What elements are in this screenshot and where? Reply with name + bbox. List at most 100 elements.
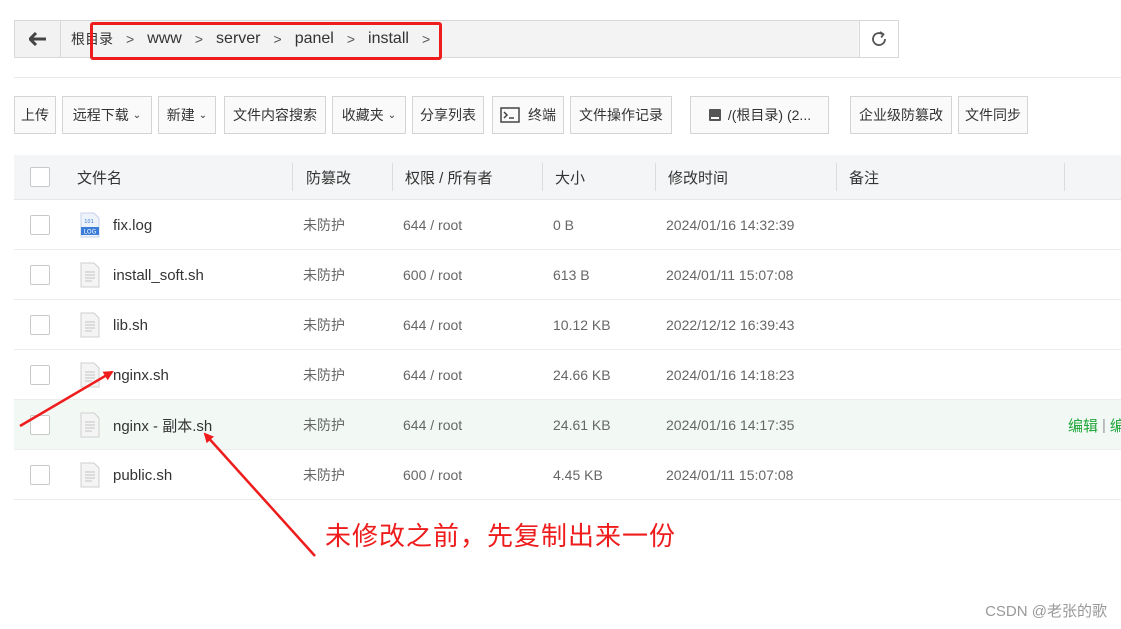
disk-button[interactable]: /(根目录) (2... xyxy=(690,96,829,134)
file-size: 0 B xyxy=(553,217,575,233)
row-checkbox[interactable] xyxy=(30,465,50,485)
table-row[interactable]: LOG 101 fix.log 未防护 644 / root 0 B 2024/… xyxy=(14,200,1121,250)
tamper-status[interactable]: 未防护 xyxy=(303,200,345,250)
table-row[interactable]: install_soft.sh 未防护 600 / root 613 B 202… xyxy=(14,250,1121,300)
file-size: 4.45 KB xyxy=(553,467,603,483)
upload-label: 上传 xyxy=(21,107,49,123)
file-name[interactable]: nginx.sh xyxy=(113,350,169,400)
file-size: 10.12 KB xyxy=(553,317,611,333)
permission[interactable]: 644 / root xyxy=(403,400,462,450)
watermark: CSDN @老张的歌 xyxy=(985,603,1107,620)
new-button[interactable]: 新建 ⌄ xyxy=(158,96,216,134)
tamper-proof-label: 企业级防篡改 xyxy=(859,107,943,123)
back-button[interactable] xyxy=(15,21,61,57)
row-operations: 编辑 | 编 xyxy=(1068,400,1121,450)
file-icon xyxy=(80,312,100,338)
tamper-status[interactable]: 未防护 xyxy=(303,250,345,300)
refresh-icon xyxy=(872,31,886,46)
modified-time: 2024/01/16 14:32:39 xyxy=(666,217,795,233)
log-file-icon: LOG 101 xyxy=(80,212,100,238)
tamper-status[interactable]: 未防护 xyxy=(303,450,345,500)
row-checkbox[interactable] xyxy=(30,215,50,235)
column-divider xyxy=(1064,163,1065,191)
arrow-left-icon xyxy=(28,32,46,46)
favorites-label: 收藏夹 xyxy=(341,107,384,123)
modified-time: 2024/01/16 14:17:35 xyxy=(666,417,795,433)
column-divider xyxy=(392,163,393,191)
file-sync-button[interactable]: 文件同步 xyxy=(958,96,1028,134)
tamper-status[interactable]: 未防护 xyxy=(303,400,345,450)
divider xyxy=(14,77,1121,78)
path-highlight-box xyxy=(90,22,442,60)
header-mtime[interactable]: 修改时间 xyxy=(668,155,728,200)
file-name[interactable]: public.sh xyxy=(113,450,172,500)
select-all-checkbox[interactable] xyxy=(30,167,50,187)
permission[interactable]: 644 / root xyxy=(403,200,462,250)
table-row[interactable]: nginx.sh 未防护 644 / root 24.66 KB 2024/01… xyxy=(14,350,1121,400)
operation-log-label: 文件操作记录 xyxy=(579,107,663,123)
modified-time: 2022/12/12 16:39:43 xyxy=(666,317,795,333)
file-name[interactable]: fix.log xyxy=(113,200,152,250)
column-divider xyxy=(836,163,837,191)
file-size: 24.66 KB xyxy=(553,367,611,383)
favorites-button[interactable]: 收藏夹 ⌄ xyxy=(332,96,406,134)
file-icon xyxy=(80,262,100,288)
header-perm[interactable]: 权限 / 所有者 xyxy=(405,155,493,200)
header-tamper[interactable]: 防篡改 xyxy=(306,155,351,200)
chevron-down-icon: ⌄ xyxy=(132,109,142,121)
remote-download-button[interactable]: 远程下载 ⌄ xyxy=(62,96,152,134)
terminal-icon xyxy=(500,107,520,123)
svg-text:101: 101 xyxy=(84,219,94,225)
header-note[interactable]: 备注 xyxy=(849,155,879,200)
file-icon xyxy=(80,462,100,488)
row-checkbox[interactable] xyxy=(30,415,50,435)
table-header: 文件名 防篡改 权限 / 所有者 大小 修改时间 备注 xyxy=(14,155,1121,200)
permission[interactable]: 600 / root xyxy=(403,250,462,300)
remote-download-label: 远程下载 xyxy=(72,107,129,123)
permission[interactable]: 644 / root xyxy=(403,300,462,350)
file-sync-label: 文件同步 xyxy=(965,107,1021,123)
header-name[interactable]: 文件名 xyxy=(77,155,122,200)
header-size[interactable]: 大小 xyxy=(555,155,585,200)
svg-text:LOG: LOG xyxy=(84,229,97,236)
column-divider xyxy=(542,163,543,191)
column-divider xyxy=(292,163,293,191)
table-row[interactable]: nginx - 副本.sh 未防护 644 / root 24.61 KB 20… xyxy=(14,400,1121,450)
disk-icon xyxy=(708,109,721,121)
file-name[interactable]: install_soft.sh xyxy=(113,250,204,300)
edit-link[interactable]: 编辑 xyxy=(1068,415,1098,436)
terminal-button[interactable]: 终端 xyxy=(492,96,564,134)
content-search-button[interactable]: 文件内容搜索 xyxy=(224,96,326,134)
upload-button[interactable]: 上传 xyxy=(14,96,56,134)
modified-time: 2024/01/11 15:07:08 xyxy=(666,467,794,483)
content-search-label: 文件内容搜索 xyxy=(233,107,317,123)
table-row[interactable]: public.sh 未防护 600 / root 4.45 KB 2024/01… xyxy=(14,450,1121,500)
share-list-button[interactable]: 分享列表 xyxy=(412,96,484,134)
modified-time: 2024/01/16 14:18:23 xyxy=(666,367,795,383)
file-icon xyxy=(80,412,100,438)
file-name[interactable]: nginx - 副本.sh xyxy=(113,400,212,450)
file-icon xyxy=(80,362,100,388)
tamper-proof-button[interactable]: 企业级防篡改 xyxy=(850,96,952,134)
new-label: 新建 xyxy=(166,107,195,123)
row-checkbox[interactable] xyxy=(30,315,50,335)
file-size: 613 B xyxy=(553,267,590,283)
tamper-status[interactable]: 未防护 xyxy=(303,350,345,400)
permission[interactable]: 644 / root xyxy=(403,350,462,400)
terminal-label: 终端 xyxy=(528,107,556,123)
chevron-down-icon: ⌄ xyxy=(198,109,208,121)
refresh-button[interactable] xyxy=(859,21,898,57)
file-size: 24.61 KB xyxy=(553,417,611,433)
chevron-down-icon: ⌄ xyxy=(387,109,397,121)
permission[interactable]: 600 / root xyxy=(403,450,462,500)
operation-log-button[interactable]: 文件操作记录 xyxy=(570,96,672,134)
row-checkbox[interactable] xyxy=(30,265,50,285)
edit-link-2[interactable]: 编 xyxy=(1110,415,1121,436)
table-row[interactable]: lib.sh 未防护 644 / root 10.12 KB 2022/12/1… xyxy=(14,300,1121,350)
file-name[interactable]: lib.sh xyxy=(113,300,148,350)
share-list-label: 分享列表 xyxy=(420,107,476,123)
row-checkbox[interactable] xyxy=(30,365,50,385)
column-divider xyxy=(655,163,656,191)
annotation-text: 未修改之前，先复制出来一份 xyxy=(325,521,677,551)
tamper-status[interactable]: 未防护 xyxy=(303,300,345,350)
